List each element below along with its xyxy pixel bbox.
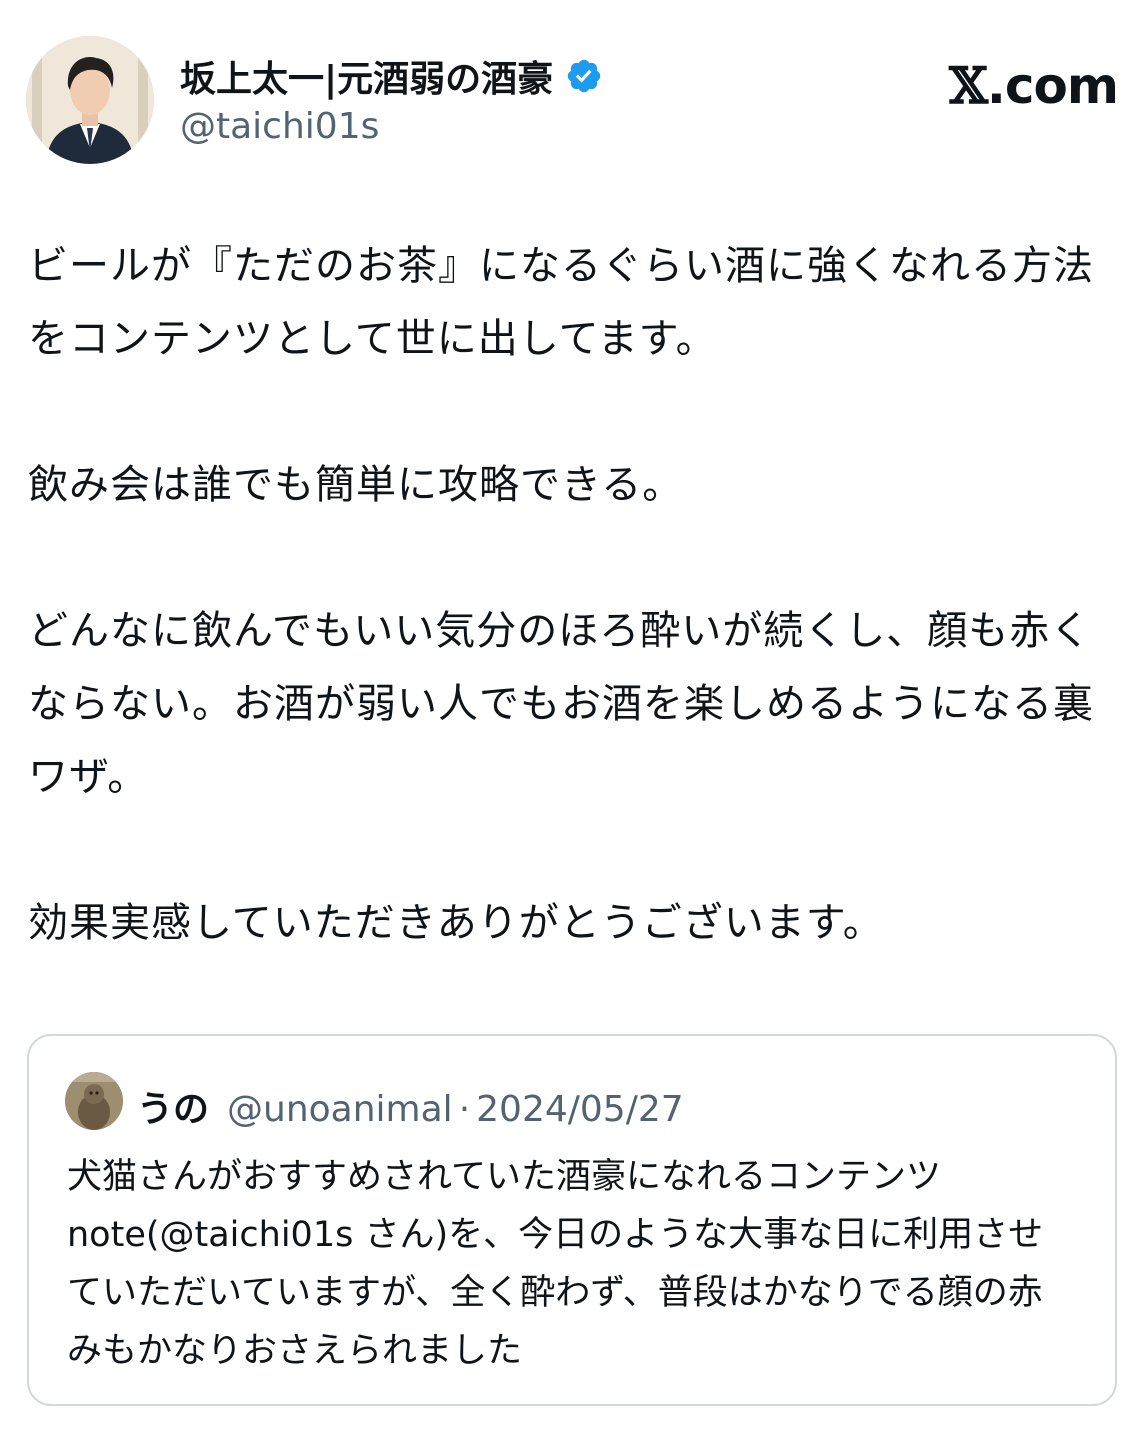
verified-badge-icon [567,59,601,93]
x-domain-text: .com [986,57,1119,115]
author-handle[interactable]: @taichi01s [180,106,379,147]
author-name[interactable]: 坂上太一|元酒弱の酒豪 [180,50,603,102]
quoted-avatar-image [65,1072,123,1130]
quoted-header: うの @unoanimal · 2024/05/27 [137,1080,684,1132]
x-logo-icon: 𝕏 [949,56,988,115]
x-com-logo: 𝕏.com [949,56,1119,115]
quoted-author-avatar[interactable] [65,1072,123,1130]
quoted-text: 犬猫さんがおすすめされていた酒豪になれるコンテンツnote(@taichi01s… [67,1157,1044,1371]
quoted-author-name[interactable]: うの [137,1080,209,1132]
tweet-text: ビールが『ただのお茶』になるぐらい酒に強くなれる方法をコンテンツとして世に出して… [28,243,1094,946]
quoted-date[interactable]: 2024/05/27 [476,1089,684,1130]
author-avatar[interactable] [26,36,154,164]
separator-dot: · [458,1089,471,1130]
avatar-illustration [26,36,154,164]
author-name-text: 坂上太一|元酒弱の酒豪 [180,59,554,100]
tweet-header: 坂上太一|元酒弱の酒豪 @taichi01s 𝕏.com [26,36,1120,166]
quoted-tweet[interactable]: うの @unoanimal · 2024/05/27 犬猫さんがおすすめされてい… [27,1034,1117,1406]
quoted-author-handle[interactable]: @unoanimal [227,1089,453,1130]
